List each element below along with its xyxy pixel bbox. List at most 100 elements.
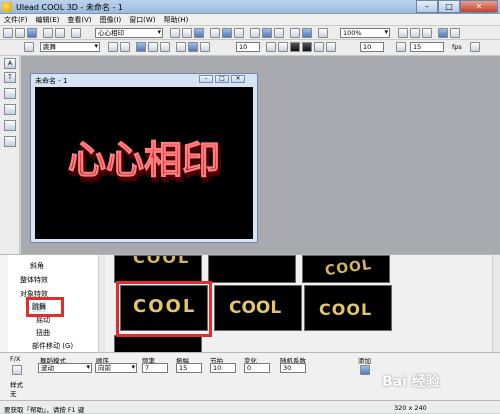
close-button[interactable]: ✕ bbox=[460, 0, 498, 13]
timeline-slider-icon[interactable] bbox=[176, 42, 186, 52]
tree-item-part-move[interactable]: 部件移动 (G) bbox=[32, 341, 73, 351]
fps-field[interactable]: 15 bbox=[410, 42, 444, 52]
fx-label: F/X bbox=[10, 355, 21, 363]
watermark: Bai 经验 bbox=[382, 374, 440, 390]
thumbnail[interactable] bbox=[114, 335, 202, 353]
doc-minimize-button[interactable]: – bbox=[199, 75, 213, 83]
menu-image[interactable]: 图像(I) bbox=[96, 14, 126, 25]
ease-icon[interactable] bbox=[160, 42, 170, 52]
effect-select[interactable]: 跳舞 bbox=[40, 42, 100, 52]
geometry-icon[interactable] bbox=[274, 28, 284, 38]
menu-edit[interactable]: 编辑(E) bbox=[32, 14, 64, 25]
change-field[interactable]: 0 bbox=[244, 363, 270, 373]
image-tool-icon[interactable] bbox=[4, 104, 16, 115]
zoom-out-icon[interactable] bbox=[410, 28, 420, 38]
motion-path-icon[interactable] bbox=[188, 42, 198, 52]
undo-icon[interactable] bbox=[43, 28, 53, 38]
play-icon[interactable] bbox=[290, 42, 300, 52]
new-icon[interactable] bbox=[3, 28, 13, 38]
document-window[interactable]: 未命名 - 1 – □ ✕ 心心相印 心心相印 bbox=[30, 73, 258, 243]
window-title: Ulead COOL 3D - 未命名 - 1 bbox=[16, 3, 123, 12]
key-icon[interactable] bbox=[24, 42, 34, 52]
prev-frame-icon[interactable] bbox=[278, 42, 288, 52]
shape-tool-icon[interactable] bbox=[4, 88, 16, 99]
loop-icon[interactable] bbox=[200, 42, 210, 52]
fx-icon[interactable] bbox=[12, 365, 22, 375]
rotate-icon[interactable] bbox=[170, 28, 180, 38]
frequency-field[interactable]: 7 bbox=[142, 363, 168, 373]
title-bar: Ulead COOL 3D - 未命名 - 1 – □ ✕ bbox=[0, 0, 500, 14]
export-icon[interactable] bbox=[450, 28, 460, 38]
tree-item-twist[interactable]: 扭曲 bbox=[36, 328, 50, 338]
save-icon[interactable] bbox=[27, 28, 37, 38]
effects-tree: 斜角 整体特效 对象特效 跳舞 摇动 扭曲 部件移动 (G) bbox=[8, 255, 106, 353]
tree-item-bevel[interactable]: 斜角 bbox=[30, 261, 44, 271]
easy-palette: 斜角 整体特效 对象特效 跳舞 摇动 扭曲 部件移动 (G) COOL COOL… bbox=[0, 254, 500, 353]
reverse-icon[interactable] bbox=[148, 42, 158, 52]
remove-keyframe-icon[interactable] bbox=[120, 42, 130, 52]
add-icon[interactable] bbox=[360, 365, 370, 375]
doc-maximize-button[interactable]: □ bbox=[215, 75, 229, 83]
status-bar: 要获取「帮助」，请按 F1 键 320 x 240 bbox=[0, 400, 500, 414]
dance-mode-select[interactable]: 波动 bbox=[38, 363, 92, 373]
timeline-icon[interactable] bbox=[136, 42, 146, 52]
insert-object-icon[interactable] bbox=[4, 120, 16, 131]
stop-icon[interactable] bbox=[302, 42, 312, 52]
shape-object-icon[interactable] bbox=[262, 28, 272, 38]
loop-mode-icon[interactable] bbox=[396, 42, 406, 52]
doc-close-button[interactable]: ✕ bbox=[231, 75, 245, 83]
text-tool-icon[interactable]: A bbox=[4, 58, 16, 69]
first-frame-icon[interactable] bbox=[266, 42, 276, 52]
thumbnail[interactable]: COOL bbox=[114, 255, 202, 283]
thumbnail[interactable]: COOL bbox=[304, 285, 392, 331]
amplitude-field[interactable]: 15 bbox=[176, 363, 202, 373]
frame-field[interactable]: 10 bbox=[236, 42, 260, 52]
zoom-in-icon[interactable] bbox=[398, 28, 408, 38]
menu-view[interactable]: 查看(V) bbox=[63, 14, 95, 25]
canvas-size: 320 x 240 bbox=[394, 404, 427, 412]
zoom-select[interactable]: 100% bbox=[340, 28, 390, 38]
menu-window[interactable]: 窗口(W) bbox=[125, 14, 159, 25]
effect-thumbnails: COOL COOL COOL COOL COOL bbox=[108, 255, 492, 353]
fit-window-icon[interactable] bbox=[422, 28, 432, 38]
seed-field[interactable]: 30 bbox=[280, 363, 306, 373]
light-icon[interactable] bbox=[210, 28, 220, 38]
object-select[interactable]: 心心相印 bbox=[95, 28, 163, 38]
edit-text-icon[interactable]: T bbox=[4, 72, 16, 83]
thumbnail[interactable] bbox=[208, 255, 296, 283]
window-controls: – □ ✕ bbox=[416, 0, 498, 13]
selected-thumbnail-box bbox=[116, 281, 212, 337]
speed-field[interactable]: 10 bbox=[360, 42, 384, 52]
tree-scrollbar[interactable] bbox=[98, 255, 106, 353]
highlight-box bbox=[26, 297, 64, 317]
open-icon[interactable] bbox=[15, 28, 25, 38]
thumbnail-scrollbar[interactable] bbox=[492, 255, 500, 353]
maximize-button[interactable]: □ bbox=[438, 0, 460, 13]
thumbnail[interactable]: COOL bbox=[302, 255, 390, 283]
tree-item-global-fx[interactable]: 整体特效 bbox=[20, 275, 48, 285]
move-icon[interactable] bbox=[182, 28, 192, 38]
menu-help[interactable]: 帮助(H) bbox=[160, 14, 193, 25]
render-icon[interactable] bbox=[234, 28, 244, 38]
globe-tool-icon[interactable] bbox=[4, 136, 16, 147]
menu-file[interactable]: 文件(F) bbox=[0, 14, 32, 25]
minimize-button[interactable]: – bbox=[416, 0, 438, 13]
thumbnail[interactable]: COOL bbox=[214, 285, 302, 331]
last-frame-icon[interactable] bbox=[326, 42, 336, 52]
next-frame-icon[interactable] bbox=[314, 42, 324, 52]
add-keyframe-icon[interactable] bbox=[108, 42, 118, 52]
group-icon[interactable] bbox=[290, 28, 300, 38]
cut-icon[interactable] bbox=[71, 28, 81, 38]
redo-icon[interactable] bbox=[55, 28, 65, 38]
fps-label: fps bbox=[452, 43, 462, 51]
grid-icon[interactable] bbox=[318, 28, 328, 38]
preview-canvas[interactable]: 心心相印 心心相印 bbox=[35, 87, 253, 239]
beat-field[interactable]: 10 bbox=[210, 363, 236, 373]
options-icon[interactable] bbox=[470, 42, 480, 52]
scale-icon[interactable] bbox=[194, 28, 204, 38]
order-select[interactable]: 向前 bbox=[95, 363, 137, 373]
align-icon[interactable] bbox=[302, 28, 312, 38]
preview-icon[interactable] bbox=[438, 28, 448, 38]
text-object-icon[interactable] bbox=[250, 28, 260, 38]
camera-icon[interactable] bbox=[222, 28, 232, 38]
